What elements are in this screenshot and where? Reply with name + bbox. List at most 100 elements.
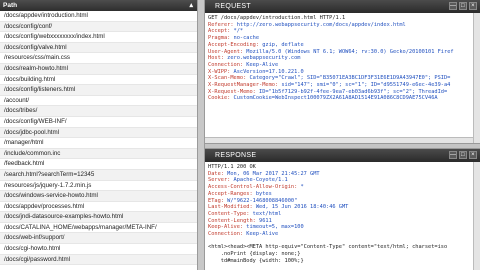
maximize-icon[interactable]: □	[459, 2, 467, 10]
header-value: timeout=5, max=100	[246, 224, 304, 231]
header-line: Keep-Alive: timeout=5, max=100	[208, 224, 477, 231]
minimize-icon[interactable]: —	[449, 2, 457, 10]
minimize-icon[interactable]: —	[449, 151, 457, 159]
header-line	[208, 238, 477, 245]
path-row[interactable]: /docs/tribes/	[0, 106, 197, 117]
path-row[interactable]: /docs/config/valve.html	[0, 42, 197, 54]
path-row[interactable]: /docs/CATALINA_HOME/webapps/manager/META…	[0, 223, 197, 234]
header-value: gzip, deflate	[262, 41, 304, 48]
path-row[interactable]: /search.html?searchTerm=12345	[0, 169, 197, 181]
header-value: zero.webappsecurity.com	[227, 55, 301, 62]
header-key: Referer:	[208, 21, 237, 28]
path-row[interactable]: /docs/config/listeners.html	[0, 85, 197, 96]
header-value: *	[300, 184, 304, 191]
path-row[interactable]: /docs/config/WEB-INF/	[0, 117, 197, 128]
header-key: X-RequestManager-Memo:	[208, 82, 282, 89]
path-row[interactable]: /docs/appdev/introduction.html	[0, 11, 197, 22]
header-key: Content-Length:	[208, 217, 260, 224]
header-line: Accept-Ranges: bytes	[208, 191, 477, 198]
header-value: td#mainBody {width: 100%;}	[208, 257, 304, 264]
path-row[interactable]: /feedback.html	[0, 159, 197, 170]
path-row[interactable]: /docs/realm-howto.html	[0, 63, 197, 75]
header-line: <html><head><META http-equiv="Content-Ty…	[208, 244, 477, 251]
header-value: CustomCookie=WebInspect100079ZX2A61A8AD1…	[233, 95, 438, 102]
header-line: Server: Apache-Coyote/1.1	[208, 177, 477, 184]
path-panel: Path ▴ /docs/appdev/introduction.html/do…	[0, 0, 198, 270]
path-row[interactable]: /docs/appdev/processes.html	[0, 202, 197, 213]
path-row[interactable]: /docs/config/conf/	[0, 21, 197, 33]
header-key: Accept-Encoding:	[208, 41, 263, 48]
vertical-splitter[interactable]	[198, 0, 205, 270]
header-key: Server:	[208, 177, 234, 184]
header-line: ETag: W/"9622-1468008846000"	[208, 198, 477, 205]
path-row[interactable]: /resources/js/jquery-1.7.2.min.js	[0, 181, 197, 192]
path-row[interactable]: /docs/building.html	[0, 75, 197, 86]
response-title: RESPONSE	[215, 152, 257, 159]
header-line: Host: zero.webappsecurity.com	[208, 55, 477, 62]
response-panel: RESPONSE — □ × HTTP/1.1 200 OK Date: Mon,…	[205, 149, 480, 270]
header-value: Category="Crawl"; SID="B35071EA3BC1DF3F3…	[249, 75, 451, 82]
header-key: ETag:	[208, 197, 228, 204]
header-key: X-Request-Memo:	[208, 88, 260, 95]
header-line: Content-Type: text/html	[208, 211, 477, 218]
path-row[interactable]: /account/	[0, 96, 197, 107]
path-row[interactable]: /resources/css/main.css	[0, 53, 197, 64]
response-vertical-scrollbar[interactable]	[473, 162, 480, 270]
header-line: Date: Mon, 06 Mar 2017 21:45:27 GMT	[208, 171, 477, 178]
header-line: Cookie: CustomCookie=WebInspect100079ZX2…	[208, 95, 477, 102]
header-line: X-RequestManager-Memo: sid="147"; smi="0…	[208, 82, 477, 89]
maximize-icon[interactable]: □	[459, 151, 467, 159]
header-value: */*	[233, 28, 244, 35]
path-row[interactable]: /docs/jndi-datasource-examples-howto.htm…	[0, 212, 197, 223]
header-key: Date:	[208, 170, 228, 177]
header-key: User-Agent:	[208, 48, 247, 55]
header-line: Last-Modified: Wed, 15 Jun 2016 18:40:46…	[208, 204, 477, 211]
header-value: Mon, 06 Mar 2017 21:45:27 GMT	[227, 170, 320, 177]
path-row[interactable]: /docs/windows-service-howto.html	[0, 191, 197, 202]
header-value: no-cache	[233, 35, 260, 42]
path-list: /docs/appdev/introduction.html/docs/conf…	[0, 11, 197, 266]
header-line: Connection: Keep-Alive	[208, 231, 477, 238]
path-row[interactable]: /docs/jdbc-pool.html	[0, 127, 197, 139]
response-body: HTTP/1.1 200 OK Date: Mon, 06 Mar 2017 21…	[205, 162, 480, 267]
header-value: sid="147"; smi="0"; sc="1"; ID="d9551749…	[281, 82, 451, 89]
header-key: Connection:	[208, 231, 247, 238]
header-line: HTTP/1.1 200 OK	[208, 164, 477, 171]
header-value: http://zero.webappsecurity.com/docs/appd…	[236, 21, 406, 28]
header-line: Accept-Encoding: gzip, deflate	[208, 42, 477, 49]
path-row[interactable]: /docs/config/webxxxxxxxx/index.html	[0, 32, 197, 43]
header-key: Accept-Ranges:	[208, 190, 256, 197]
header-value: bytes	[255, 190, 272, 197]
path-row[interactable]: /manager/html	[0, 138, 197, 149]
header-line: td#mainBody {width: 100%;}	[208, 258, 477, 265]
path-row[interactable]: /docs/cgi-howto.html	[0, 244, 197, 255]
header-key: Content-Type:	[208, 210, 253, 217]
header-value: Apache-Coyote/1.1	[233, 177, 288, 184]
header-key: Accept:	[208, 28, 234, 35]
request-body: GET /docs/appdev/introduction.html HTTP/…	[205, 13, 480, 104]
path-row[interactable]: /docs/cgi/password.html	[0, 254, 197, 266]
path-row[interactable]: /docs/web-inf/support/	[0, 233, 197, 245]
close-icon[interactable]: ×	[469, 151, 477, 159]
response-panel-header: RESPONSE — □ ×	[205, 149, 480, 162]
header-value: AscVersion=17.10.221.0	[233, 68, 304, 75]
header-value: Wed, 15 Jun 2016 18:40:46 GMT	[255, 204, 349, 211]
header-value: <html><head><META http-equiv="Content-Ty…	[208, 244, 448, 251]
header-value: .noPrint {display: none;}	[208, 251, 301, 258]
header-line: Pragma: no-cache	[208, 35, 477, 42]
path-column-header[interactable]: Path ▴	[0, 0, 197, 11]
header-value: Keep-Alive	[246, 61, 279, 68]
sort-arrow-icon[interactable]: ▴	[189, 0, 193, 11]
header-value: ID="1b5f7129-b92f-4fee-9ea7-eb03ad6b93f"…	[259, 88, 448, 95]
header-key: Keep-Alive:	[208, 224, 247, 231]
path-row[interactable]: /include/common.inc	[0, 148, 197, 160]
request-vertical-scrollbar[interactable]	[473, 13, 480, 143]
header-line: Content-Length: 9611	[208, 218, 477, 225]
header-key: X-Scan-Memo:	[208, 75, 250, 82]
header-line: X-Request-Memo: ID="1b5f7129-b92f-4fee-9…	[208, 89, 477, 96]
header-line: GET /docs/appdev/introduction.html HTTP/…	[208, 15, 477, 22]
header-value	[208, 238, 211, 244]
close-icon[interactable]: ×	[469, 2, 477, 10]
header-line: Connection: Keep-Alive	[208, 62, 477, 69]
request-panel-header: REQUEST — □ ×	[205, 0, 480, 13]
